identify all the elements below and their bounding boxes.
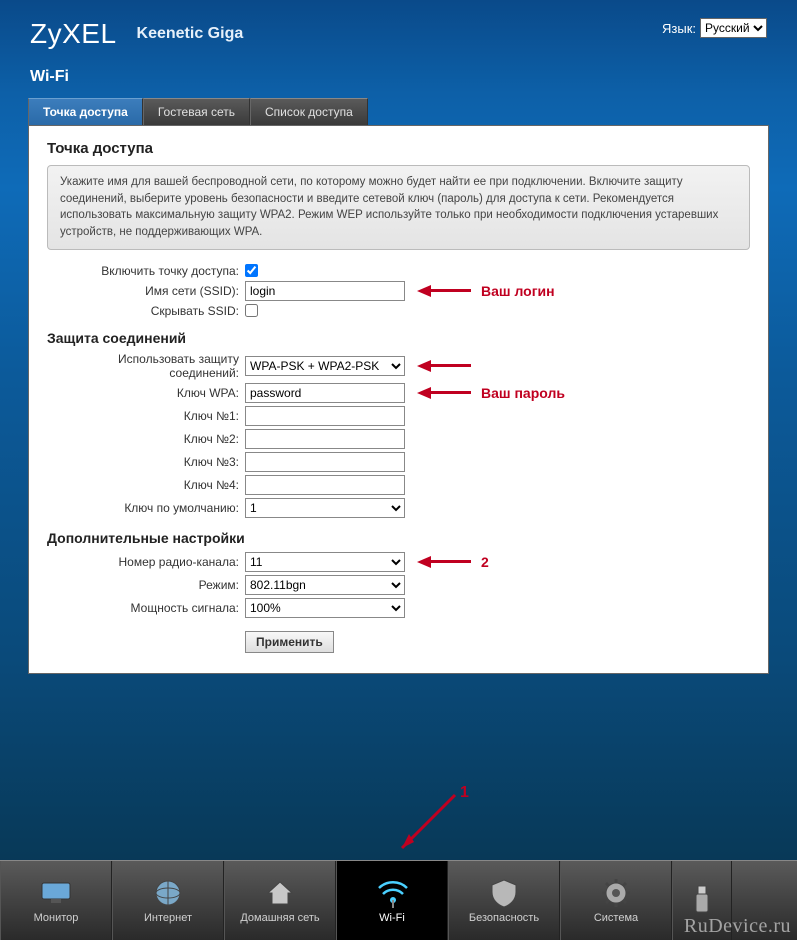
lang-select[interactable]: Русский	[700, 18, 767, 38]
key-default-select[interactable]: 1	[245, 498, 405, 518]
nav-security[interactable]: Безопасность	[448, 861, 560, 940]
key-default-label: Ключ по умолчанию:	[47, 501, 245, 515]
tab-access-list[interactable]: Список доступа	[250, 98, 368, 125]
monitor-icon	[39, 878, 73, 908]
security-mode-select[interactable]: WPA-PSK + WPA2-PSK	[245, 356, 405, 376]
mode-select[interactable]: 802.11bgn	[245, 575, 405, 595]
key2-label: Ключ №2:	[47, 432, 245, 446]
arrow-line	[431, 289, 471, 292]
key3-label: Ключ №3:	[47, 455, 245, 469]
power-select[interactable]: 100%	[245, 598, 405, 618]
channel-select[interactable]: 11	[245, 552, 405, 572]
callout-two: 2	[481, 554, 489, 570]
nav-system[interactable]: Система	[560, 861, 672, 940]
callout-one: 1	[460, 784, 469, 802]
arrow-icon	[390, 790, 460, 860]
arrow-icon	[417, 556, 431, 568]
apply-button[interactable]: Применить	[245, 631, 334, 653]
wpa-key-label: Ключ WPA:	[47, 386, 245, 400]
home-icon	[263, 878, 297, 908]
internet-icon	[151, 878, 185, 908]
lang-label: Язык:	[662, 21, 696, 36]
power-label: Мощность сигнала:	[47, 601, 245, 615]
bottom-nav: Монитор Интернет Домашняя сеть Wi-Fi Без…	[0, 860, 797, 940]
key2-input[interactable]	[245, 429, 405, 449]
header-bar: ZyXEL Keenetic Giga Язык: Русский	[0, 0, 797, 58]
security-section-title: Защита соединений	[47, 330, 750, 346]
extra-section-title: Дополнительные настройки	[47, 530, 750, 546]
key1-label: Ключ №1:	[47, 409, 245, 423]
usb-icon	[685, 884, 719, 914]
nav-usb[interactable]	[672, 861, 732, 940]
nav-label: Интернет	[144, 912, 192, 924]
nav-wifi[interactable]: Wi-Fi	[336, 861, 448, 940]
panel-title: Точка доступа	[47, 140, 750, 157]
language-switcher: Язык: Русский	[662, 18, 767, 38]
page-title: Wi-Fi	[0, 58, 797, 98]
mode-label: Режим:	[47, 578, 245, 592]
wpa-key-input[interactable]	[245, 383, 405, 403]
nav-monitor[interactable]: Монитор	[0, 861, 112, 940]
nav-home-network[interactable]: Домашняя сеть	[224, 861, 336, 940]
hint-box: Укажите имя для вашей беспроводной сети,…	[47, 165, 750, 250]
wifi-icon	[375, 878, 409, 908]
brand-logo: ZyXEL	[30, 18, 117, 50]
nav-label: Wi-Fi	[379, 912, 405, 924]
arrow-icon	[417, 360, 431, 372]
key4-label: Ключ №4:	[47, 478, 245, 492]
tab-access-point[interactable]: Точка доступа	[28, 98, 143, 125]
callout-login: Ваш логин	[481, 283, 555, 299]
security-icon	[487, 878, 521, 908]
key1-input[interactable]	[245, 406, 405, 426]
key4-input[interactable]	[245, 475, 405, 495]
ssid-label: Имя сети (SSID):	[47, 284, 245, 298]
arrow-icon	[417, 387, 431, 399]
arrow-line	[431, 560, 471, 563]
hide-ssid-checkbox[interactable]	[245, 304, 258, 317]
nav-label: Домашняя сеть	[240, 912, 319, 924]
arrow-line	[431, 364, 471, 367]
callout-password: Ваш пароль	[481, 385, 565, 401]
ssid-input[interactable]	[245, 281, 405, 301]
nav-label: Безопасность	[469, 912, 539, 924]
key3-input[interactable]	[245, 452, 405, 472]
tab-strip: Точка доступа Гостевая сеть Список досту…	[0, 98, 797, 125]
nav-internet[interactable]: Интернет	[112, 861, 224, 940]
arrow-icon	[417, 285, 431, 297]
security-mode-label: Использовать защиту соединений:	[47, 352, 245, 380]
hide-ssid-label: Скрывать SSID:	[47, 304, 245, 318]
logo-block: ZyXEL Keenetic Giga	[30, 18, 243, 50]
arrow-line	[431, 391, 471, 394]
nav-label: Система	[594, 912, 638, 924]
settings-panel: Точка доступа Укажите имя для вашей бесп…	[28, 125, 769, 674]
model-name: Keenetic Giga	[137, 25, 244, 43]
enable-ap-label: Включить точку доступа:	[47, 264, 245, 278]
nav-label: Монитор	[34, 912, 79, 924]
channel-label: Номер радио-канала:	[47, 555, 245, 569]
system-icon	[599, 878, 633, 908]
enable-ap-checkbox[interactable]	[245, 264, 258, 277]
tab-guest-network[interactable]: Гостевая сеть	[143, 98, 250, 125]
